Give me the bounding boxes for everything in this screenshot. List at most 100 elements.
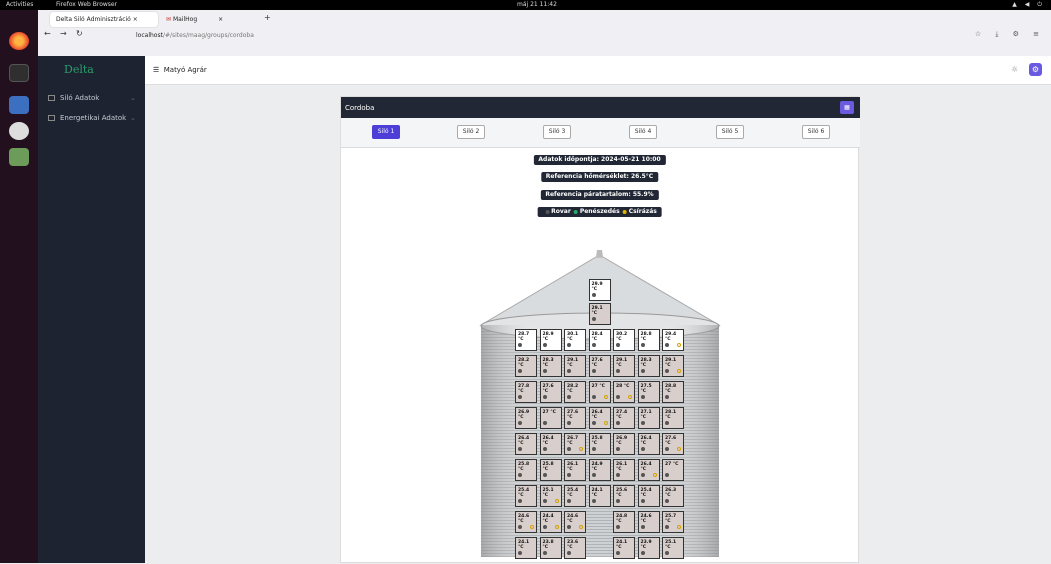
sensor-temp: 27.4 °C (616, 410, 628, 420)
sensor-cell[interactable]: 27.6 °C (564, 407, 586, 429)
sensor-cell[interactable]: 27.6 °C (588, 355, 611, 377)
sensor-cell[interactable]: 28.4 °C (588, 329, 611, 351)
activities-button[interactable]: Activities (6, 1, 33, 8)
sensor-cell[interactable]: 23.8 °C (539, 537, 562, 559)
insect-dot-icon (518, 499, 522, 503)
germination-dot-icon (652, 473, 657, 477)
sensor-cell[interactable]: 26.4 °C (539, 433, 562, 455)
sensor-cell[interactable]: 29.1 °C (613, 355, 635, 377)
new-tab-button[interactable]: + (264, 13, 271, 22)
sensor-cell[interactable]: 25.8 °C (515, 459, 537, 481)
reload-button[interactable]: ↻ (76, 29, 83, 38)
sensor-cell[interactable]: 24.6 °C (564, 511, 586, 533)
sensor-cell[interactable]: 27.8 °C (515, 381, 537, 403)
sensor-cell[interactable]: 29.1 °C (662, 355, 684, 377)
sensor-cell[interactable]: 28.3 °C (637, 355, 660, 377)
sensor-cell[interactable]: 28.8 °C (662, 381, 684, 403)
sensor-cell[interactable]: 27.1 °C (637, 407, 660, 429)
germination-dot-icon (628, 395, 632, 399)
sensor-cell[interactable]: 29.9 °C (588, 279, 611, 301)
sensor-cell[interactable]: 26.4 °C (637, 459, 660, 481)
sensor-cell[interactable]: 28.9 °C (539, 329, 562, 351)
tab-delta[interactable]: Delta Siló Adminisztráció × (50, 12, 158, 27)
terminal-icon[interactable] (9, 64, 29, 82)
trash-icon[interactable] (9, 148, 29, 166)
sensor-cell[interactable]: 27.6 °C (539, 381, 562, 403)
sensor-cell[interactable]: 28 °C (613, 381, 635, 403)
sensor-cell[interactable]: 24.6 °C (637, 511, 660, 533)
clock[interactable]: máj 21 11:42 (517, 1, 557, 8)
sensor-cell[interactable]: 27.4 °C (613, 407, 635, 429)
sensor-cell[interactable]: 28.2 °C (515, 355, 537, 377)
theme-toggle-icon[interactable]: ☼ (1011, 65, 1018, 74)
sensor-cell[interactable]: 25.4 °C (515, 485, 537, 507)
sensor-cell[interactable]: 26.9 °C (515, 407, 537, 429)
back-button[interactable]: ← (44, 29, 51, 38)
sensor-temp: 25.1 °C (665, 540, 677, 550)
sensor-cell[interactable]: 26.3 °C (662, 485, 684, 507)
sensor-cell[interactable]: 27.5 °C (637, 381, 660, 403)
sensor-cell[interactable]: 25.4 °C (637, 485, 660, 507)
sensor-cell[interactable]: 24.1 °C (613, 537, 635, 559)
disc-icon[interactable] (9, 122, 29, 140)
sensor-cell[interactable]: 28.3 °C (539, 355, 562, 377)
sensor-cell[interactable]: 26.4 °C (588, 407, 611, 429)
company-name[interactable]: ☰ Matyó Agrár (153, 66, 207, 74)
insect-dot-icon (665, 525, 669, 529)
sensor-cell[interactable]: 29.1 °C (564, 355, 586, 377)
insect-dot-icon (518, 447, 522, 451)
sensor-cell[interactable]: 29.1 °C (588, 303, 611, 325)
system-tray[interactable]: ▲ ◀ ⏻ (1012, 1, 1045, 9)
sensor-cell[interactable]: 25.7 °C (662, 511, 684, 533)
sensor-temp: 23.8 °C (542, 540, 554, 550)
settings-button[interactable]: ⚙ (1029, 63, 1042, 76)
sensor-cell[interactable]: 25.6 °C (613, 485, 635, 507)
sensor-cell[interactable]: 26.9 °C (613, 433, 635, 455)
url-bar[interactable]: localhost/#/sites/maag/groups/cordoba (136, 30, 931, 42)
sensor-cell[interactable]: 27 °C (539, 407, 562, 429)
sensor-cell[interactable]: 26.4 °C (515, 433, 537, 455)
sensor-cell[interactable]: 23.6 °C (564, 537, 586, 559)
sidebar-item-energy[interactable]: Energetikai Adatok ⌄ (48, 114, 136, 122)
sensor-temp: 26.4 °C (591, 410, 603, 420)
sensor-temp: 23.6 °C (567, 540, 579, 550)
sensor-cell[interactable]: 27.6 °C (662, 433, 684, 455)
sensor-cell[interactable]: 25.4 °C (564, 485, 586, 507)
sensor-cell[interactable]: 26.4 °C (637, 433, 660, 455)
sensor-cell[interactable]: 24.1 °C (588, 485, 611, 507)
sensor-cell[interactable]: 26.7 °C (564, 433, 586, 455)
toolbar-icons[interactable]: ☆ ⤓ ⚙ ≡ (975, 30, 1045, 39)
insect-dot-icon (518, 395, 522, 399)
insect-dot-icon (542, 421, 547, 425)
sensor-cell[interactable]: 28.2 °C (564, 381, 586, 403)
sensor-cell[interactable]: 29.4 °C (662, 329, 684, 351)
sensor-temp: 29.1 °C (665, 358, 677, 368)
sensor-cell[interactable]: 25.1 °C (662, 537, 684, 559)
sensor-cell[interactable]: 26.1 °C (613, 459, 635, 481)
sidebar-item-silo[interactable]: Siló Adatok ⌄ (48, 94, 136, 102)
sensor-cell[interactable]: 25.8 °C (539, 459, 562, 481)
sensor-cell[interactable]: 28.7 °C (515, 329, 537, 351)
sensor-cell[interactable]: 28.1 °C (662, 407, 684, 429)
sensor-cell[interactable]: 24.8 °C (613, 511, 635, 533)
sensor-cell[interactable]: 30.1 °C (564, 329, 586, 351)
sensor-temp: 25.4 °C (567, 488, 579, 498)
sensor-cell[interactable]: 24.1 °C (515, 537, 537, 559)
sensor-cell[interactable]: 27 °C (588, 381, 611, 403)
sensor-cell[interactable]: 26.1 °C (564, 459, 586, 481)
sensor-cell[interactable]: 24.4 °C (539, 511, 562, 533)
sensor-temp: 25.8 °C (542, 462, 554, 472)
insect-dot-icon (518, 421, 522, 425)
sensor-cell[interactable]: 30.2 °C (613, 329, 635, 351)
sensor-cell[interactable]: 25.8 °C (588, 433, 611, 455)
sensor-cell[interactable]: 24.9 °C (588, 459, 611, 481)
forward-button[interactable]: → (60, 29, 67, 38)
vscode-icon[interactable] (9, 96, 29, 114)
sensor-cell[interactable]: 24.6 °C (515, 511, 537, 533)
sensor-cell[interactable]: 25.1 °C (539, 485, 562, 507)
sensor-cell[interactable]: 28.8 °C (637, 329, 660, 351)
tab-mailhog[interactable]: ✉ MailHog × (160, 12, 260, 27)
sensor-cell[interactable]: 27 °C (662, 459, 684, 481)
sensor-cell[interactable]: 23.9 °C (637, 537, 660, 559)
firefox-icon[interactable] (9, 32, 29, 50)
